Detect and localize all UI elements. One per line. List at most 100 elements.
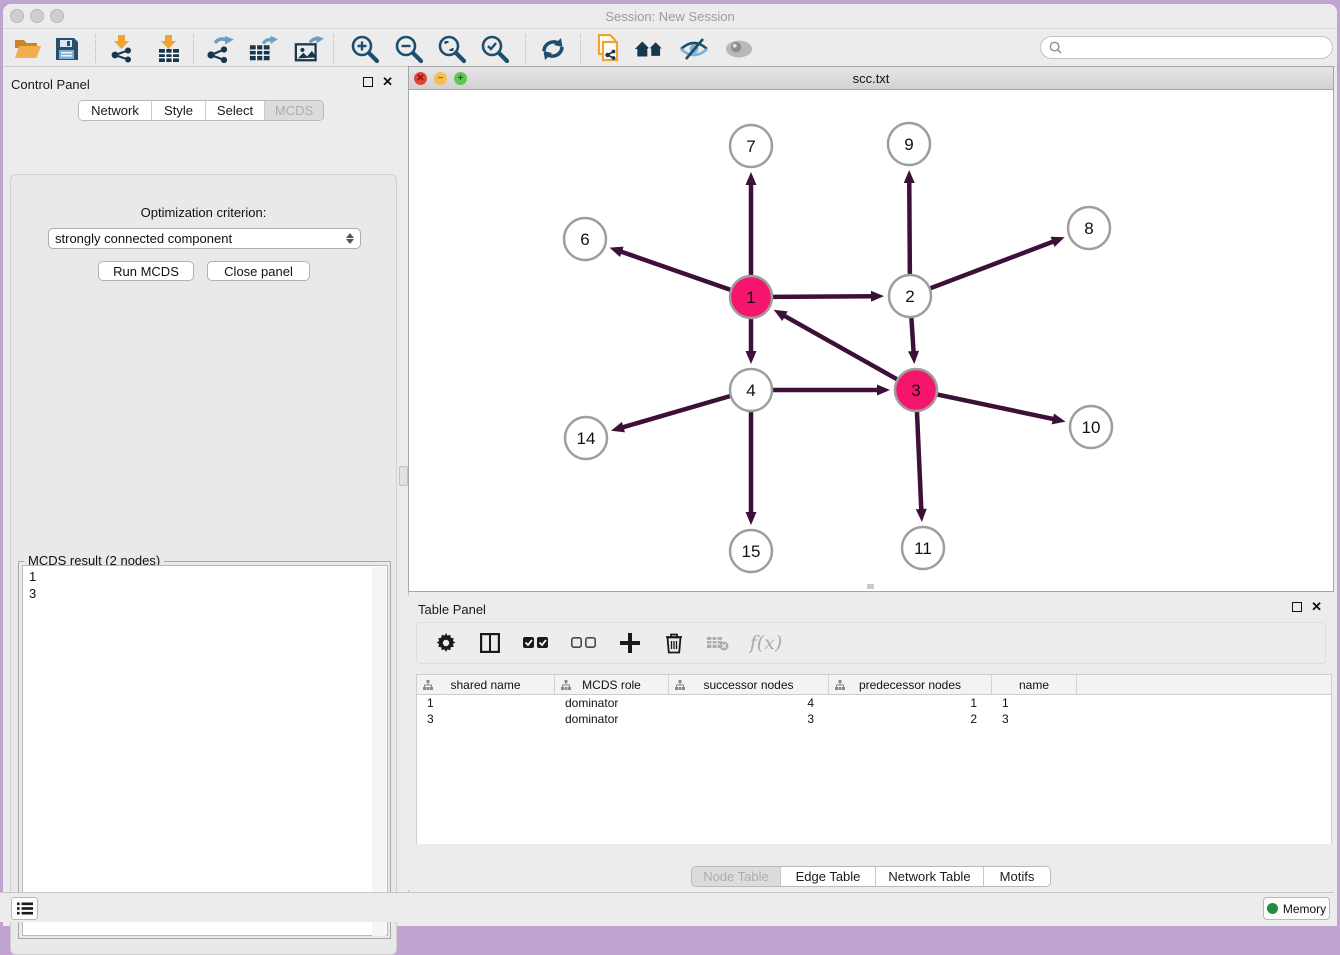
export-network-icon[interactable] xyxy=(205,35,235,63)
arrowhead-1-4 xyxy=(746,351,757,364)
task-history-button[interactable] xyxy=(11,897,38,920)
arrowhead-1-7 xyxy=(746,172,757,185)
edge-2-8[interactable] xyxy=(931,241,1055,288)
window-title: Session: New Session xyxy=(3,9,1337,24)
column-header-MCDS-role[interactable]: MCDS role xyxy=(555,675,669,694)
node-label-6: 6 xyxy=(580,230,589,249)
refresh-icon[interactable] xyxy=(538,35,568,63)
tab-edge-table[interactable]: Edge Table xyxy=(780,867,875,886)
edge-3-11[interactable] xyxy=(917,412,921,511)
tab-motifs[interactable]: Motifs xyxy=(983,867,1050,886)
main-toolbar xyxy=(3,28,1337,67)
tab-style[interactable]: Style xyxy=(151,101,205,120)
tab-node-table[interactable]: Node Table xyxy=(692,867,780,886)
memory-status-icon xyxy=(1267,903,1278,914)
toolbar-separator xyxy=(95,34,96,63)
result-line: 3 xyxy=(29,585,387,602)
deselect-all-icon[interactable] xyxy=(569,630,599,656)
node-label-7: 7 xyxy=(746,137,755,156)
node-table[interactable]: shared nameMCDS rolesuccessor nodesprede… xyxy=(416,674,1332,844)
close-panel-button[interactable]: Close panel xyxy=(207,261,310,281)
memory-button[interactable]: Memory xyxy=(1263,897,1330,920)
column-header-name[interactable]: name xyxy=(992,675,1077,694)
edge-4-14[interactable] xyxy=(622,396,730,428)
arrowhead-4-15 xyxy=(746,512,757,525)
select-all-icon[interactable] xyxy=(521,630,551,656)
open-folder-icon[interactable] xyxy=(13,35,43,63)
arrowhead-4-14 xyxy=(611,422,625,433)
table-panel-title: Table Panel xyxy=(418,601,486,619)
result-line: 1 xyxy=(29,568,387,585)
node-label-10: 10 xyxy=(1082,418,1101,437)
delete-table-icon[interactable] xyxy=(705,630,731,656)
network-graph-canvas[interactable]: 7968124314101511 xyxy=(409,90,1333,591)
edge-3-10[interactable] xyxy=(938,395,1055,420)
run-mcds-button[interactable]: Run MCDS xyxy=(98,261,194,281)
show-eye-icon[interactable] xyxy=(724,35,754,63)
divider-grippy[interactable] xyxy=(399,466,408,486)
cell-MCDS-role: dominator xyxy=(555,695,669,711)
node-label-14: 14 xyxy=(577,429,596,448)
node-label-1: 1 xyxy=(746,288,755,307)
close-table-panel-icon[interactable]: ✕ xyxy=(1311,602,1322,612)
edge-1-6[interactable] xyxy=(620,251,730,290)
zoom-fit-icon[interactable] xyxy=(437,35,467,63)
zoom-out-icon[interactable] xyxy=(394,35,424,63)
mcds-result-textarea[interactable]: 13 xyxy=(22,565,388,936)
column-header-predecessor-nodes[interactable]: predecessor nodes xyxy=(829,675,992,694)
float-panel-icon[interactable] xyxy=(363,77,373,87)
clone-network-icon[interactable] xyxy=(593,35,623,63)
table-tabs: Node TableEdge TableNetwork TableMotifs xyxy=(408,866,1334,887)
arrowhead-1-6 xyxy=(610,247,624,257)
settings-gear-icon[interactable] xyxy=(433,630,459,656)
control-panel-title: Control Panel xyxy=(11,76,90,94)
close-panel-icon[interactable]: ✕ xyxy=(382,77,393,87)
float-table-panel-icon[interactable] xyxy=(1292,602,1302,612)
save-icon[interactable] xyxy=(52,35,82,63)
memory-label: Memory xyxy=(1283,902,1326,916)
tab-select[interactable]: Select xyxy=(205,101,264,120)
status-bar: Memory xyxy=(0,892,1334,922)
edge-3-1[interactable] xyxy=(783,315,897,379)
hide-eye-icon[interactable] xyxy=(679,35,709,63)
optimization-criterion-dropdown[interactable]: strongly connected component xyxy=(48,228,361,249)
cell-predecessor-nodes: 1 xyxy=(829,695,992,711)
zoom-selected-icon[interactable] xyxy=(480,35,510,63)
tab-mcds[interactable]: MCDS xyxy=(264,101,323,120)
column-layout-icon[interactable] xyxy=(477,630,503,656)
zoom-in-icon[interactable] xyxy=(350,35,380,63)
arrowhead-2-9 xyxy=(904,170,915,183)
node-label-3: 3 xyxy=(911,381,920,400)
export-table-icon[interactable] xyxy=(248,35,278,63)
column-header-shared-name[interactable]: shared name xyxy=(417,675,555,694)
export-image-icon[interactable] xyxy=(294,35,324,63)
import-table-icon[interactable] xyxy=(154,35,184,63)
control-panel: Control Panel ✕ NetworkStyleSelectMCDS O… xyxy=(3,67,405,896)
result-scrollbar[interactable] xyxy=(372,567,386,936)
tab-network-table[interactable]: Network Table xyxy=(875,867,983,886)
import-network-icon[interactable] xyxy=(107,35,137,63)
edge-2-9[interactable] xyxy=(909,181,910,274)
cell-MCDS-role: dominator xyxy=(555,711,669,727)
network-window-titlebar: ✕ − + scc.txt xyxy=(409,67,1333,90)
home-networks-icon[interactable] xyxy=(634,35,664,63)
tab-network[interactable]: Network xyxy=(79,101,151,120)
edge-2-3[interactable] xyxy=(911,318,913,353)
add-column-icon[interactable] xyxy=(617,630,643,656)
column-header-successor-nodes[interactable]: successor nodes xyxy=(669,675,829,694)
delete-column-icon[interactable] xyxy=(661,630,687,656)
table-row[interactable]: 1dominator411 xyxy=(417,695,1331,711)
cell-successor-nodes: 4 xyxy=(669,695,829,711)
function-builder-icon: f(x) xyxy=(749,630,783,656)
cell-name: 1 xyxy=(992,695,1077,711)
edge-1-2[interactable] xyxy=(773,296,873,297)
table-body: 1dominator4113dominator323 xyxy=(417,695,1331,727)
node-label-9: 9 xyxy=(904,135,913,154)
search-input[interactable] xyxy=(1067,41,1307,55)
table-row[interactable]: 3dominator323 xyxy=(417,711,1331,727)
optimization-criterion-label: Optimization criterion: xyxy=(11,205,396,220)
search-field[interactable] xyxy=(1040,36,1333,59)
mcds-result-group: MCDS result (2 nodes) 13 xyxy=(18,561,391,939)
cell-name: 3 xyxy=(992,711,1077,727)
canvas-grippy[interactable] xyxy=(867,584,874,589)
